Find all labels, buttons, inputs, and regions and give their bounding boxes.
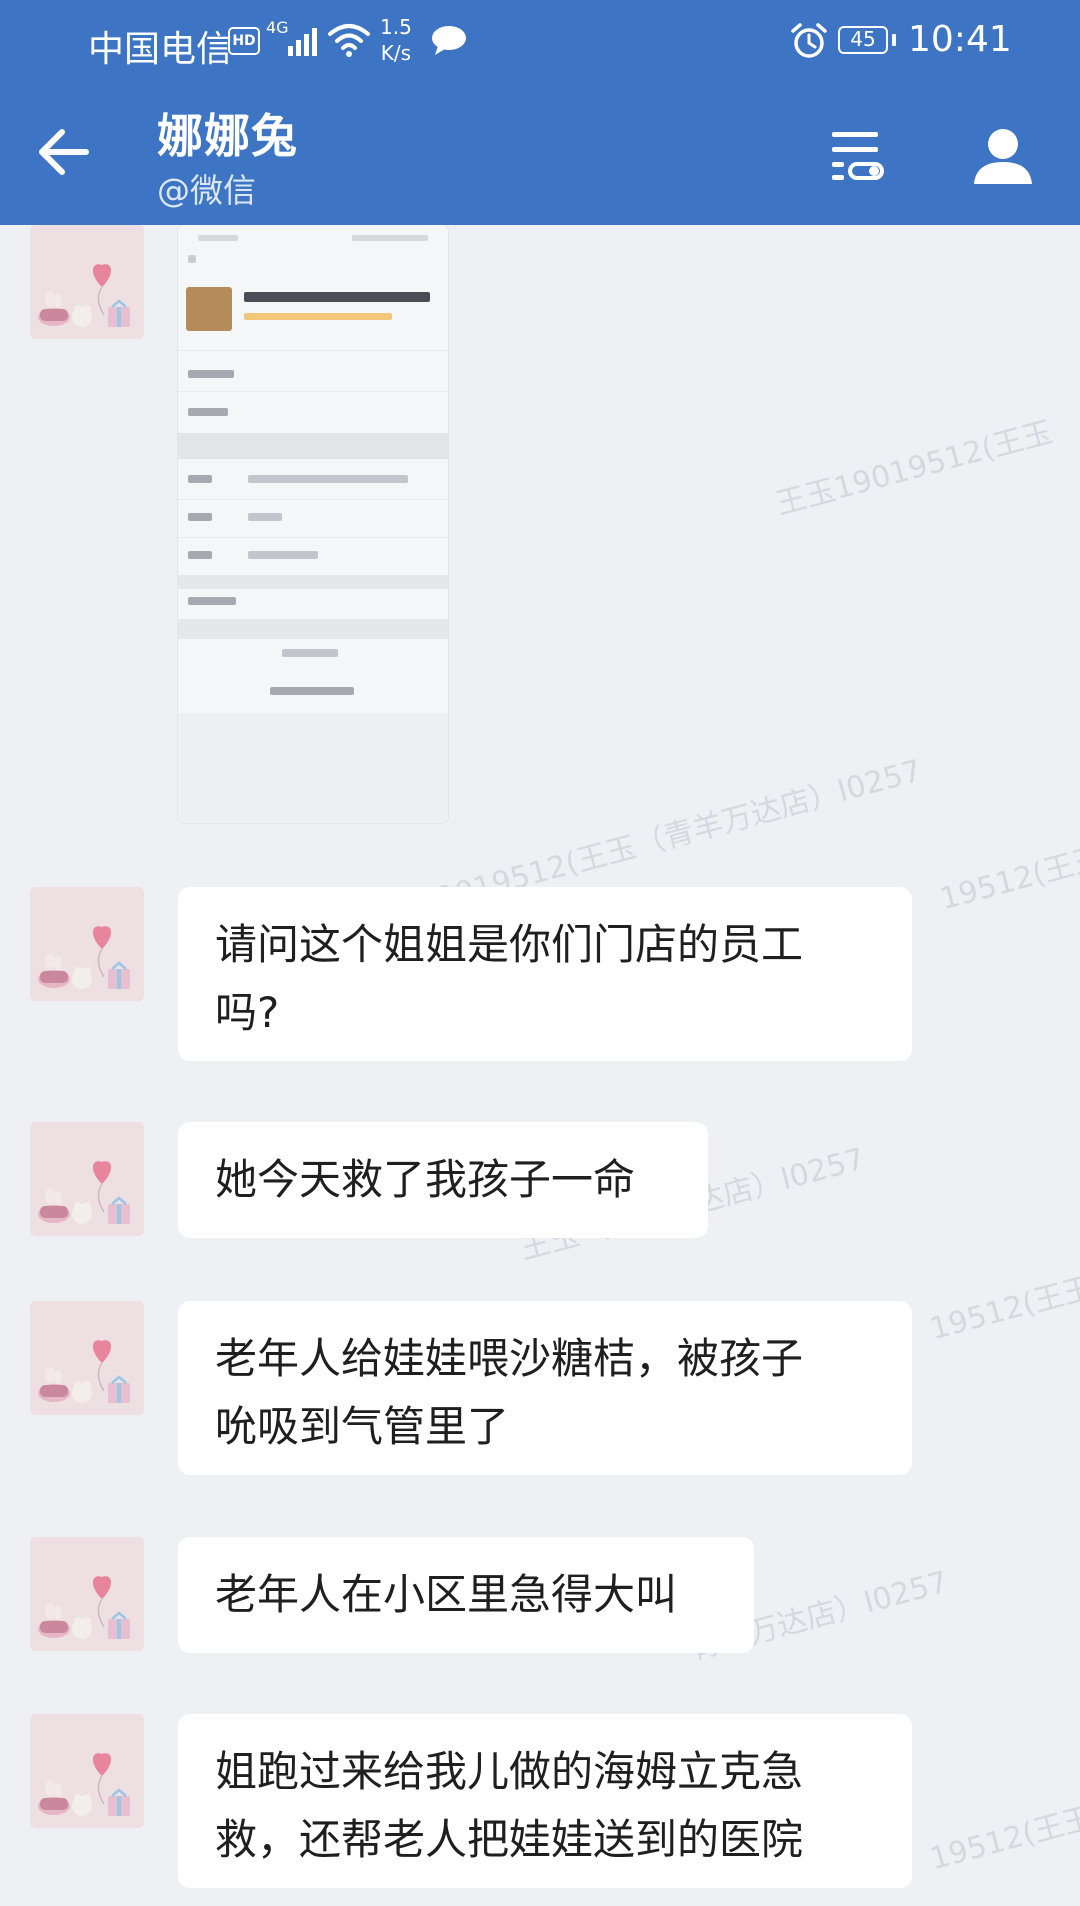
avatar-picture	[30, 1301, 144, 1415]
avatar-picture	[30, 1122, 144, 1236]
status-clock: 10:41	[908, 19, 1012, 60]
watermark: 19512(王玉	[926, 1270, 1080, 1348]
watermark: 19512(王玉	[936, 840, 1080, 918]
alarm-icon	[791, 23, 827, 58]
avatar[interactable]	[30, 225, 144, 339]
hd-badge: HD	[228, 27, 260, 55]
network-speed: 1.5 K/s	[380, 14, 412, 66]
watermark: 19512(王玉	[926, 1800, 1080, 1878]
carrier-label: 中国电信	[88, 29, 233, 70]
message-text-line: 姐跑过来给我儿做的海姆立克急	[215, 1747, 804, 1796]
avatar[interactable]	[30, 1122, 144, 1236]
message-bubble[interactable]: 老年人在小区里急得大叫	[178, 1537, 754, 1653]
avatar[interactable]	[30, 1714, 144, 1828]
avatar-picture	[30, 887, 144, 1001]
message-text-line: 请问这个姐姐是你们门店的员工	[215, 920, 804, 969]
message-text-line: 救，还帮老人把娃娃送到的医院	[215, 1815, 804, 1864]
chat-title: 娜娜兔	[157, 109, 298, 163]
battery-nub	[892, 34, 896, 46]
top-bar: 中国电信 HD 4G 1.5 K/s 45 10:41 娜娜兔 @微信	[0, 0, 1080, 225]
network-speed-value: 1.5	[380, 15, 412, 39]
message-text-line: 老年人在小区里急得大叫	[215, 1570, 678, 1619]
image-message[interactable]	[178, 225, 448, 823]
avatar-picture	[30, 1714, 144, 1828]
message-bubble[interactable]: 老年人给娃娃喂沙糖桔，被孩子 吮吸到气管里了	[178, 1301, 912, 1475]
filter-list-icon[interactable]	[826, 128, 886, 184]
message-text-line: 她今天救了我孩子一命	[215, 1155, 636, 1204]
message-bubble[interactable]: 请问这个姐姐是你们门店的员工 吗?	[178, 887, 912, 1061]
battery-indicator: 45	[838, 26, 888, 54]
person-icon[interactable]	[972, 124, 1034, 186]
message-text-line: 老年人给娃娃喂沙糖桔，被孩子	[215, 1334, 804, 1383]
message-text-line: 吮吸到气管里了	[215, 1402, 510, 1451]
network-speed-unit: K/s	[380, 41, 412, 65]
chat-message-list[interactable]: 王玉19019512(王玉 王玉19019512(王玉（青羊万达店）I0257 …	[0, 225, 1080, 1906]
status-bar: 中国电信 HD 4G 1.5 K/s 45 10:41	[0, 0, 1080, 86]
signal-icon	[284, 26, 322, 56]
arrow-left-icon[interactable]	[34, 122, 94, 182]
avatar-picture	[30, 1537, 144, 1651]
message-notification-icon	[432, 26, 466, 55]
message-text-line: 吗?	[215, 988, 280, 1037]
avatar[interactable]	[30, 1537, 144, 1651]
wifi-icon	[328, 24, 370, 57]
message-bubble[interactable]: 姐跑过来给我儿做的海姆立克急 救，还帮老人把娃娃送到的医院	[178, 1714, 912, 1888]
message-bubble[interactable]: 她今天救了我孩子一命	[178, 1122, 708, 1238]
avatar-picture	[30, 225, 144, 339]
watermark: 王玉19019512(王玉	[772, 414, 1057, 523]
avatar[interactable]	[30, 1301, 144, 1415]
chat-subtitle: @微信	[157, 171, 256, 210]
avatar[interactable]	[30, 887, 144, 1001]
